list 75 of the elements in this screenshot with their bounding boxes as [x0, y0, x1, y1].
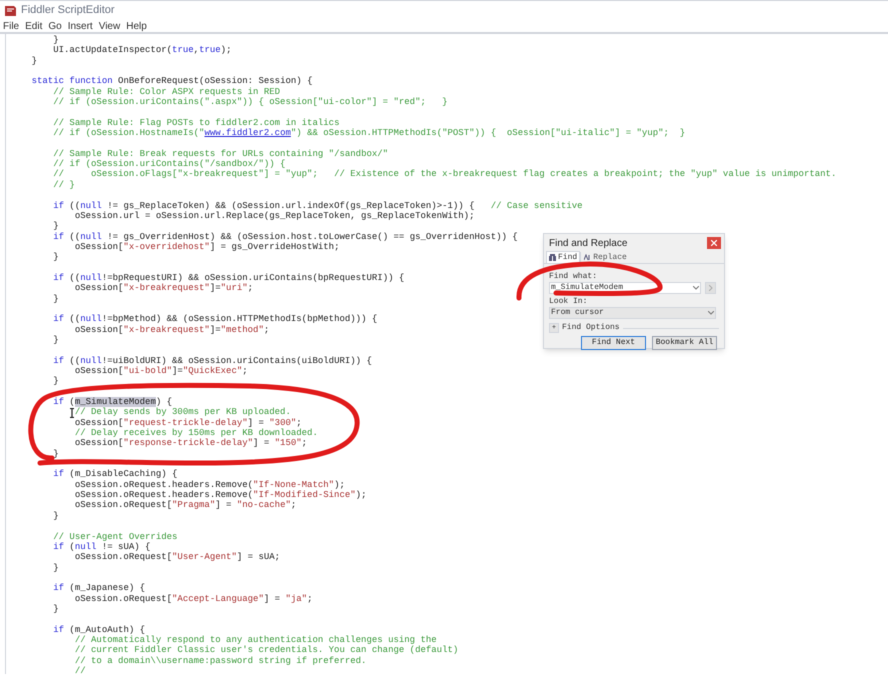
code-line: oSession["response-trickle-delay"] = "150";	[74, 438, 308, 449]
code-line: // Delay sends by 300ms per KB uploaded.	[74, 407, 291, 418]
code-line: // Sample Rule: Break requests for URLs containing "/sandbox/"	[53, 148, 388, 160]
code-line: oSession.oRequest["User-Agent"] = sUA;	[74, 552, 280, 563]
code-line: // }	[53, 180, 75, 190]
code-line: oSession.oRequest.headers.Remove("If-Modified-Since");	[74, 490, 366, 500]
code-line: // current Fiddler Classic user's credentials. You can change (default)	[74, 645, 458, 656]
field-label: Look In:	[549, 297, 588, 307]
code-line: // if (oSession.HostnameIs("www.fiddler2.com") && oSession.HTTPMethodIs("POST")) { oSession["ui-italic"] = "yup"; }	[53, 128, 686, 138]
code-line: oSession["ui-bold"]="QuickExec";	[74, 366, 248, 376]
code-line: //	[74, 666, 86, 676]
menu-item[interactable]: Insert	[64, 18, 96, 34]
code-line: }	[53, 221, 59, 232]
code-line: }	[53, 35, 59, 46]
tab[interactable]: Replace	[580, 252, 630, 263]
code-line: oSession["request-trickle-delay"] = "300";	[74, 418, 302, 428]
code-line: static function OnBeforeRequest(oSession: Session) {	[32, 76, 312, 87]
close-button[interactable]	[707, 237, 721, 249]
app-icon	[4, 4, 17, 16]
code-line: // Delay receives by 150ms per KB downloaded.	[74, 428, 318, 438]
look-in-combo[interactable]: From cursor	[549, 307, 716, 319]
text-cursor-icon	[70, 408, 74, 418]
menu-item[interactable]: Go	[45, 18, 65, 34]
window-title: Fiddler ScriptEditor	[21, 3, 115, 18]
code-line: if (m_AutoAuth) {	[53, 624, 146, 635]
close-icon	[711, 240, 717, 246]
code-line: if ((null!=uiBoldURI) && oSession.uriContains(uiBoldURI)) {	[53, 356, 372, 366]
dropdown-caret-icon	[708, 311, 714, 315]
code-line: if (m_DisableCaching) {	[53, 469, 178, 480]
code-line: if (null != sUA) {	[53, 542, 150, 552]
code-line: if ((null != gs_ReplaceToken) && (oSession.url.indexOf(gs_ReplaceToken)>-1)) { // Case sensitive	[53, 200, 583, 211]
replace-icon	[584, 254, 592, 261]
code-line: if ((null!=bpRequestURI) && oSession.uriContains(bpRequestURI)) {	[53, 272, 404, 284]
code-line: oSession.oRequest["Accept-Language"] = "ja";	[74, 594, 312, 604]
code-line: if (m_Japanese) {	[53, 583, 146, 594]
code-line: // if (oSession.uriContains(".aspx")) { oSession["ui-color"] = "red"; }	[53, 97, 448, 108]
menu-item[interactable]: File	[0, 18, 22, 34]
code-line: oSession.url = oSession.url.Replace(gs_ReplaceToken, gs_ReplaceTokenWith);	[74, 210, 474, 222]
dropdown-caret-icon	[693, 286, 699, 290]
find-options-label: Find Options	[562, 322, 620, 334]
menu-item[interactable]: Help	[123, 18, 150, 34]
menu-item[interactable]: Edit	[22, 18, 46, 34]
menu-item[interactable]: View	[96, 18, 124, 34]
tab[interactable]: Find	[546, 251, 580, 263]
code-line: if ((null != gs_OverridenHost) && (oSession.host.toLowerCase() == gs_OverridenHost)) {	[53, 232, 518, 242]
code-line: }	[32, 56, 38, 66]
code-line: }	[53, 294, 59, 304]
code-line: UI.actUpdateInspector(true,true);	[53, 45, 232, 56]
code-line: // to a domain\\username:password string if preferred.	[74, 656, 366, 666]
code-line: }	[53, 562, 59, 573]
code-line: if (m_SimulateModem) {	[53, 397, 172, 408]
field-label: Find what:	[549, 272, 598, 282]
code-line: }	[53, 334, 59, 346]
code-line: }	[53, 510, 59, 522]
binoculars-icon	[549, 254, 556, 261]
code-line: // Sample Rule: Color ASPX requests in RED	[53, 86, 280, 98]
code-line: oSession["x-breakrequest"]="method";	[74, 324, 270, 335]
code-line: if ((null!=bpMethod) && (oSession.HTTPMethodIs(bpMethod))) {	[53, 314, 378, 325]
code-line: // oSession.oFlags["x-breakrequest"] = "yup"; // Existence of the x-breakrequest flag creates a breakpoint; the "yup" value is unimportant.	[53, 169, 836, 180]
code-line: oSession.oRequest["Pragma"] = "no-cache";	[74, 500, 296, 511]
dialog-button[interactable]: Bookmark All	[652, 336, 717, 350]
code-line: }	[53, 252, 59, 263]
chevron-right-icon	[708, 285, 712, 291]
code-line: // Sample Rule: Flag POSTs to fiddler2.com in italics	[53, 118, 340, 128]
code-line: }	[53, 448, 59, 460]
code-line: // User-Agent Overrides	[53, 532, 178, 542]
dialog-title: Find and Replace	[549, 236, 628, 250]
code-line: }	[53, 604, 59, 614]
code-line: oSession["x-breakrequest"]="uri";	[74, 283, 254, 294]
code-line: }	[53, 376, 59, 387]
code-line: // if (oSession.uriContains("/sandbox/")) {	[53, 159, 286, 170]
code-line: oSession.oRequest.headers.Remove("If-None-Match");	[74, 480, 345, 490]
code-line: oSession["x-overridehost"] = gs_OverrideHostWith;	[74, 242, 340, 252]
code-line: // Automatically respond to any authentication challenges using the	[74, 634, 437, 646]
dialog-button[interactable]: Find Next	[581, 336, 646, 350]
